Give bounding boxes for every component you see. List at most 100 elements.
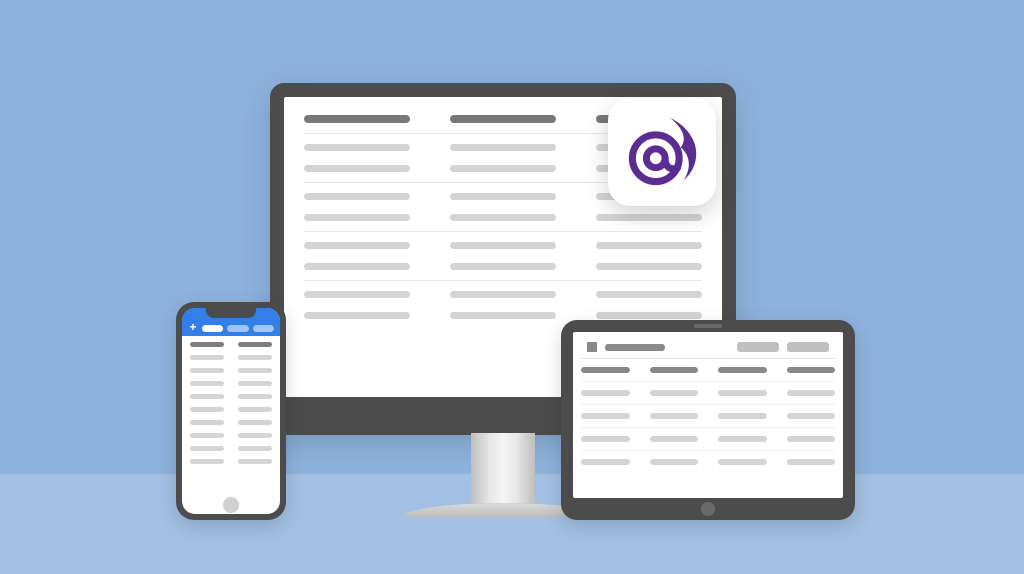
grid-cell xyxy=(304,144,410,151)
grid-cell xyxy=(238,394,272,399)
plus-icon[interactable]: + xyxy=(188,323,198,333)
grid-header-cell xyxy=(718,367,767,373)
grid-cell xyxy=(787,436,836,442)
grid-cell xyxy=(581,390,630,396)
grid-cell xyxy=(190,446,224,451)
grid-row xyxy=(581,390,835,405)
grid-cell xyxy=(190,381,224,386)
grid-cell xyxy=(238,407,272,412)
toolbar-action-button[interactable] xyxy=(787,342,829,352)
grid-cell xyxy=(450,263,556,270)
grid-cell xyxy=(304,165,410,172)
grid-cell xyxy=(238,433,272,438)
grid-row xyxy=(581,459,835,465)
grid-row xyxy=(190,381,272,386)
menu-icon[interactable] xyxy=(587,342,597,352)
grid-row xyxy=(304,263,702,281)
grid-cell xyxy=(596,312,702,319)
grid-row xyxy=(190,446,272,451)
grid-row xyxy=(190,459,272,464)
tablet-toolbar xyxy=(581,342,835,359)
grid-cell xyxy=(787,413,836,419)
phone-tab[interactable] xyxy=(227,325,248,332)
grid-header-cell xyxy=(450,115,556,123)
grid-cell xyxy=(238,446,272,451)
phone-tab[interactable] xyxy=(202,325,223,332)
grid-cell xyxy=(304,193,410,200)
grid-row xyxy=(190,420,272,425)
blazor-flame-at-icon xyxy=(623,113,701,191)
phone-tab[interactable] xyxy=(253,325,274,332)
grid-cell xyxy=(238,355,272,360)
grid-cell xyxy=(450,144,556,151)
grid-header-cell xyxy=(581,367,630,373)
grid-cell xyxy=(596,242,702,249)
grid-header-row xyxy=(581,367,835,382)
grid-header-cell xyxy=(787,367,836,373)
grid-cell xyxy=(190,407,224,412)
blazor-logo-tile xyxy=(608,98,716,206)
grid-row xyxy=(190,407,272,412)
grid-row xyxy=(190,368,272,373)
tablet-home-button[interactable] xyxy=(701,502,715,516)
tablet-camera xyxy=(694,324,722,328)
grid-row xyxy=(304,214,702,232)
grid-cell xyxy=(718,413,767,419)
grid-cell xyxy=(238,381,272,386)
grid-cell xyxy=(581,413,630,419)
grid-cell xyxy=(304,312,410,319)
grid-cell xyxy=(190,433,224,438)
grid-cell xyxy=(718,390,767,396)
toolbar-action-button[interactable] xyxy=(737,342,779,352)
grid-cell xyxy=(450,165,556,172)
grid-cell xyxy=(190,355,224,360)
phone-notch xyxy=(206,308,256,318)
grid-cell xyxy=(190,368,224,373)
grid-row xyxy=(304,312,702,319)
phone-screen: + xyxy=(182,308,280,514)
phone-device: + xyxy=(176,302,286,520)
grid-header-cell xyxy=(650,367,699,373)
grid-cell xyxy=(787,390,836,396)
grid-cell xyxy=(718,436,767,442)
grid-cell xyxy=(190,459,224,464)
grid-row xyxy=(581,436,835,451)
monitor-stand-neck xyxy=(471,433,535,503)
grid-cell xyxy=(450,214,556,221)
grid-cell xyxy=(581,436,630,442)
grid-cell xyxy=(596,263,702,270)
grid-cell xyxy=(304,291,410,298)
grid-cell xyxy=(304,214,410,221)
grid-row xyxy=(190,355,272,360)
grid-cell xyxy=(304,263,410,270)
grid-cell xyxy=(650,413,699,419)
tablet-device xyxy=(561,320,855,520)
grid-cell xyxy=(596,291,702,298)
grid-cell xyxy=(450,312,556,319)
grid-cell xyxy=(650,436,699,442)
grid-cell xyxy=(190,394,224,399)
grid-row xyxy=(304,291,702,298)
grid-cell xyxy=(238,420,272,425)
grid-cell xyxy=(596,214,702,221)
grid-header-cell xyxy=(238,342,272,347)
grid-cell xyxy=(718,459,767,465)
grid-cell xyxy=(450,291,556,298)
grid-cell xyxy=(450,242,556,249)
grid-cell xyxy=(190,420,224,425)
tablet-datagrid xyxy=(581,367,835,465)
grid-header-row xyxy=(190,342,272,347)
grid-cell xyxy=(450,193,556,200)
grid-cell xyxy=(581,459,630,465)
grid-row xyxy=(304,242,702,249)
grid-header-cell xyxy=(304,115,410,123)
phone-home-button[interactable] xyxy=(223,497,239,513)
grid-header-cell xyxy=(190,342,224,347)
grid-cell xyxy=(787,459,836,465)
tablet-title xyxy=(605,344,665,351)
grid-row xyxy=(190,433,272,438)
grid-row xyxy=(581,413,835,428)
phone-datagrid xyxy=(182,336,280,478)
grid-row xyxy=(190,394,272,399)
grid-cell xyxy=(650,459,699,465)
